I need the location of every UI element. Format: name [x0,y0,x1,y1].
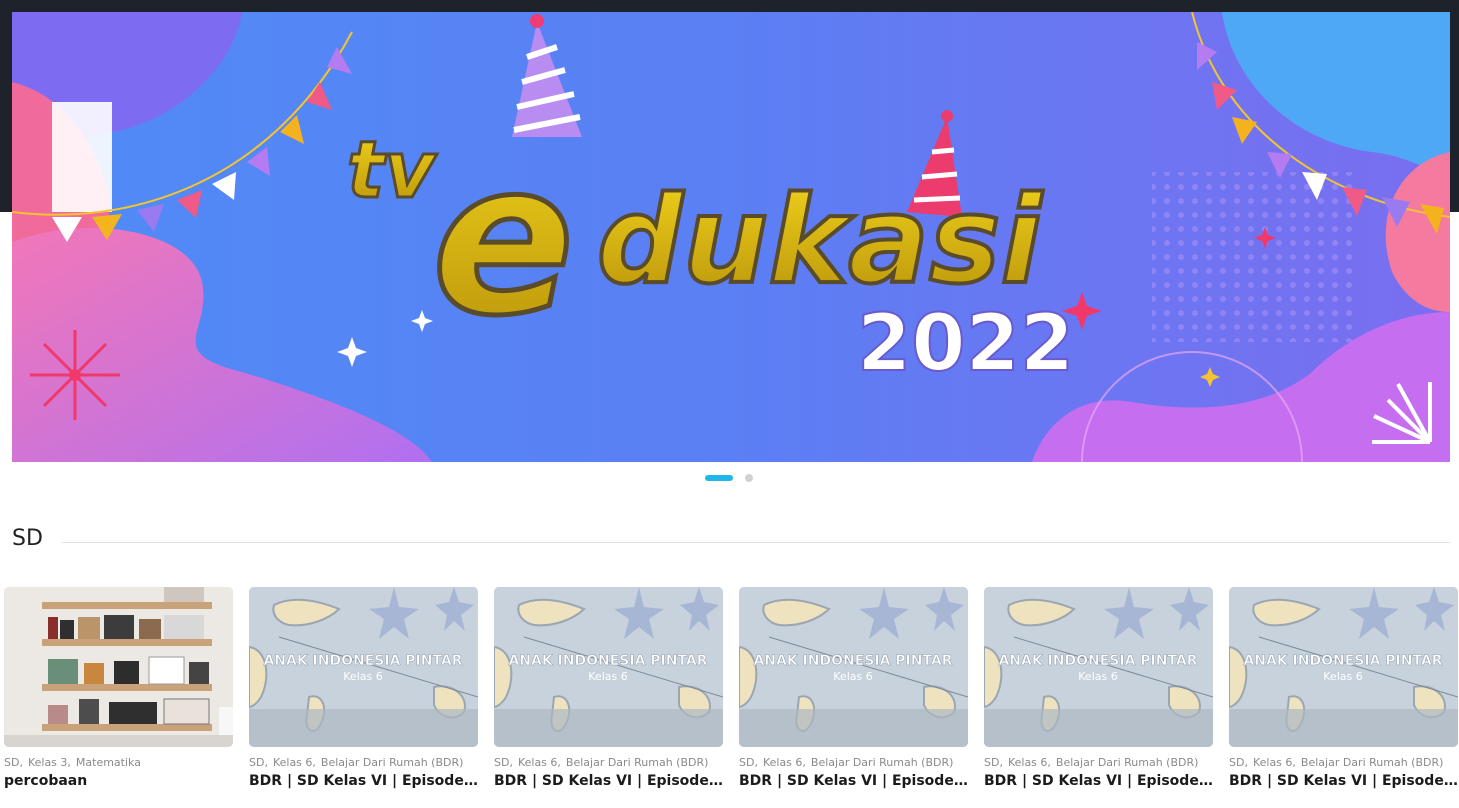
video-card[interactable]: ANAK INDONESIA PINTAR Kelas 6 SD, Kelas 6… [1229,587,1458,808]
video-card[interactable]: ANAK INDONESIA PINTAR Kelas 6 SD, Kelas 6… [739,587,968,808]
map-thumbnail: ANAK INDONESIA PINTAR Kelas 6 [249,587,478,747]
video-title[interactable]: BDR | SD Kelas VI | Episode 8... [1229,773,1458,789]
map-thumbnail: ANAK INDONESIA PINTAR Kelas 6 [984,587,1213,747]
video-card[interactable]: ANAK INDONESIA PINTAR Kelas 6 SD, Kelas 6… [984,587,1213,808]
video-thumbnail[interactable] [4,587,233,747]
video-tags: SD, Kelas 6, Belajar Dari Rumah (BDR) [739,756,968,769]
video-card[interactable]: SD, Kelas 3, Matematika percobaan [4,587,233,808]
carousel-indicators [0,473,1459,483]
tag-class[interactable]: Kelas 6, [518,756,561,769]
video-tags: SD, Kelas 6, Belajar Dari Rumah (BDR) [1229,756,1458,769]
section-title: SD [12,526,43,551]
hero-banner[interactable]: tv e dukasi 2022 [12,12,1450,462]
carousel-dot-2[interactable] [745,474,753,482]
tag-level[interactable]: SD, [494,756,513,769]
tag-level[interactable]: SD, [739,756,758,769]
video-card-list: SD, Kelas 3, Matematika percobaan ANAK IND… [0,587,1459,808]
logo-e: e [432,117,574,362]
video-title[interactable]: percobaan [4,773,233,789]
thumb-subtitle: Kelas 6 [1323,670,1362,683]
thumb-title: ANAK INDONESIA PINTAR [998,653,1197,669]
thumb-subtitle: Kelas 6 [1078,670,1117,683]
logo-tv: tv [347,126,437,216]
thumb-subtitle: Kelas 6 [343,670,382,683]
tag-subject[interactable]: Belajar Dari Rumah (BDR) [321,756,464,769]
video-thumbnail[interactable]: ANAK INDONESIA PINTAR Kelas 6 [739,587,968,747]
tag-subject[interactable]: Belajar Dari Rumah (BDR) [1056,756,1199,769]
video-tags: SD, Kelas 6, Belajar Dari Rumah (BDR) [249,756,478,769]
video-thumbnail[interactable]: ANAK INDONESIA PINTAR Kelas 6 [494,587,723,747]
video-tags: SD, Kelas 6, Belajar Dari Rumah (BDR) [494,756,723,769]
tag-subject[interactable]: Matematika [76,756,141,769]
map-thumbnail: ANAK INDONESIA PINTAR Kelas 6 [739,587,968,747]
bookshelf-thumbnail [4,587,233,747]
tag-level[interactable]: SD, [1229,756,1248,769]
video-title[interactable]: BDR | SD Kelas VI | Episode 91... [494,773,723,789]
thumb-title: ANAK INDONESIA PINTAR [508,653,707,669]
video-thumbnail[interactable]: ANAK INDONESIA PINTAR Kelas 6 [249,587,478,747]
video-card[interactable]: ANAK INDONESIA PINTAR Kelas 6 SD, Kelas 6… [494,587,723,808]
thumb-subtitle: Kelas 6 [833,670,872,683]
video-thumbnail[interactable]: ANAK INDONESIA PINTAR Kelas 6 [1229,587,1458,747]
map-thumbnail: ANAK INDONESIA PINTAR Kelas 6 [494,587,723,747]
tag-subject[interactable]: Belajar Dari Rumah (BDR) [566,756,709,769]
video-title[interactable]: BDR | SD Kelas VI | Episode 9... [249,773,478,789]
thumb-title: ANAK INDONESIA PINTAR [753,653,952,669]
banner-artwork: tv e dukasi 2022 [12,12,1450,462]
thumb-title: ANAK INDONESIA PINTAR [263,653,462,669]
banner-year: 2022 [857,299,1074,389]
video-thumbnail[interactable]: ANAK INDONESIA PINTAR Kelas 6 [984,587,1213,747]
tag-subject[interactable]: Belajar Dari Rumah (BDR) [1301,756,1444,769]
tag-class[interactable]: Kelas 6, [763,756,806,769]
tag-class[interactable]: Kelas 6, [1253,756,1296,769]
carousel-dot-1[interactable] [705,475,733,481]
tag-level[interactable]: SD, [249,756,268,769]
video-title[interactable]: BDR | SD Kelas VI | Episode 8... [984,773,1213,789]
video-tags: SD, Kelas 6, Belajar Dari Rumah (BDR) [984,756,1213,769]
thumb-subtitle: Kelas 6 [588,670,627,683]
tag-subject[interactable]: Belajar Dari Rumah (BDR) [811,756,954,769]
tag-level[interactable]: SD, [984,756,1003,769]
map-thumbnail: ANAK INDONESIA PINTAR Kelas 6 [1229,587,1458,747]
thumb-title: ANAK INDONESIA PINTAR [1243,653,1442,669]
video-card[interactable]: ANAK INDONESIA PINTAR Kelas 6 SD, Kelas 6… [249,587,478,808]
video-title[interactable]: BDR | SD Kelas VI | Episode 9... [739,773,968,789]
logo-dukasi: dukasi [597,172,1044,311]
section-divider [62,542,1450,543]
tag-class[interactable]: Kelas 6, [273,756,316,769]
tag-class[interactable]: Kelas 3, [28,756,71,769]
video-tags: SD, Kelas 3, Matematika [4,756,233,769]
tag-level[interactable]: SD, [4,756,23,769]
tag-class[interactable]: Kelas 6, [1008,756,1051,769]
